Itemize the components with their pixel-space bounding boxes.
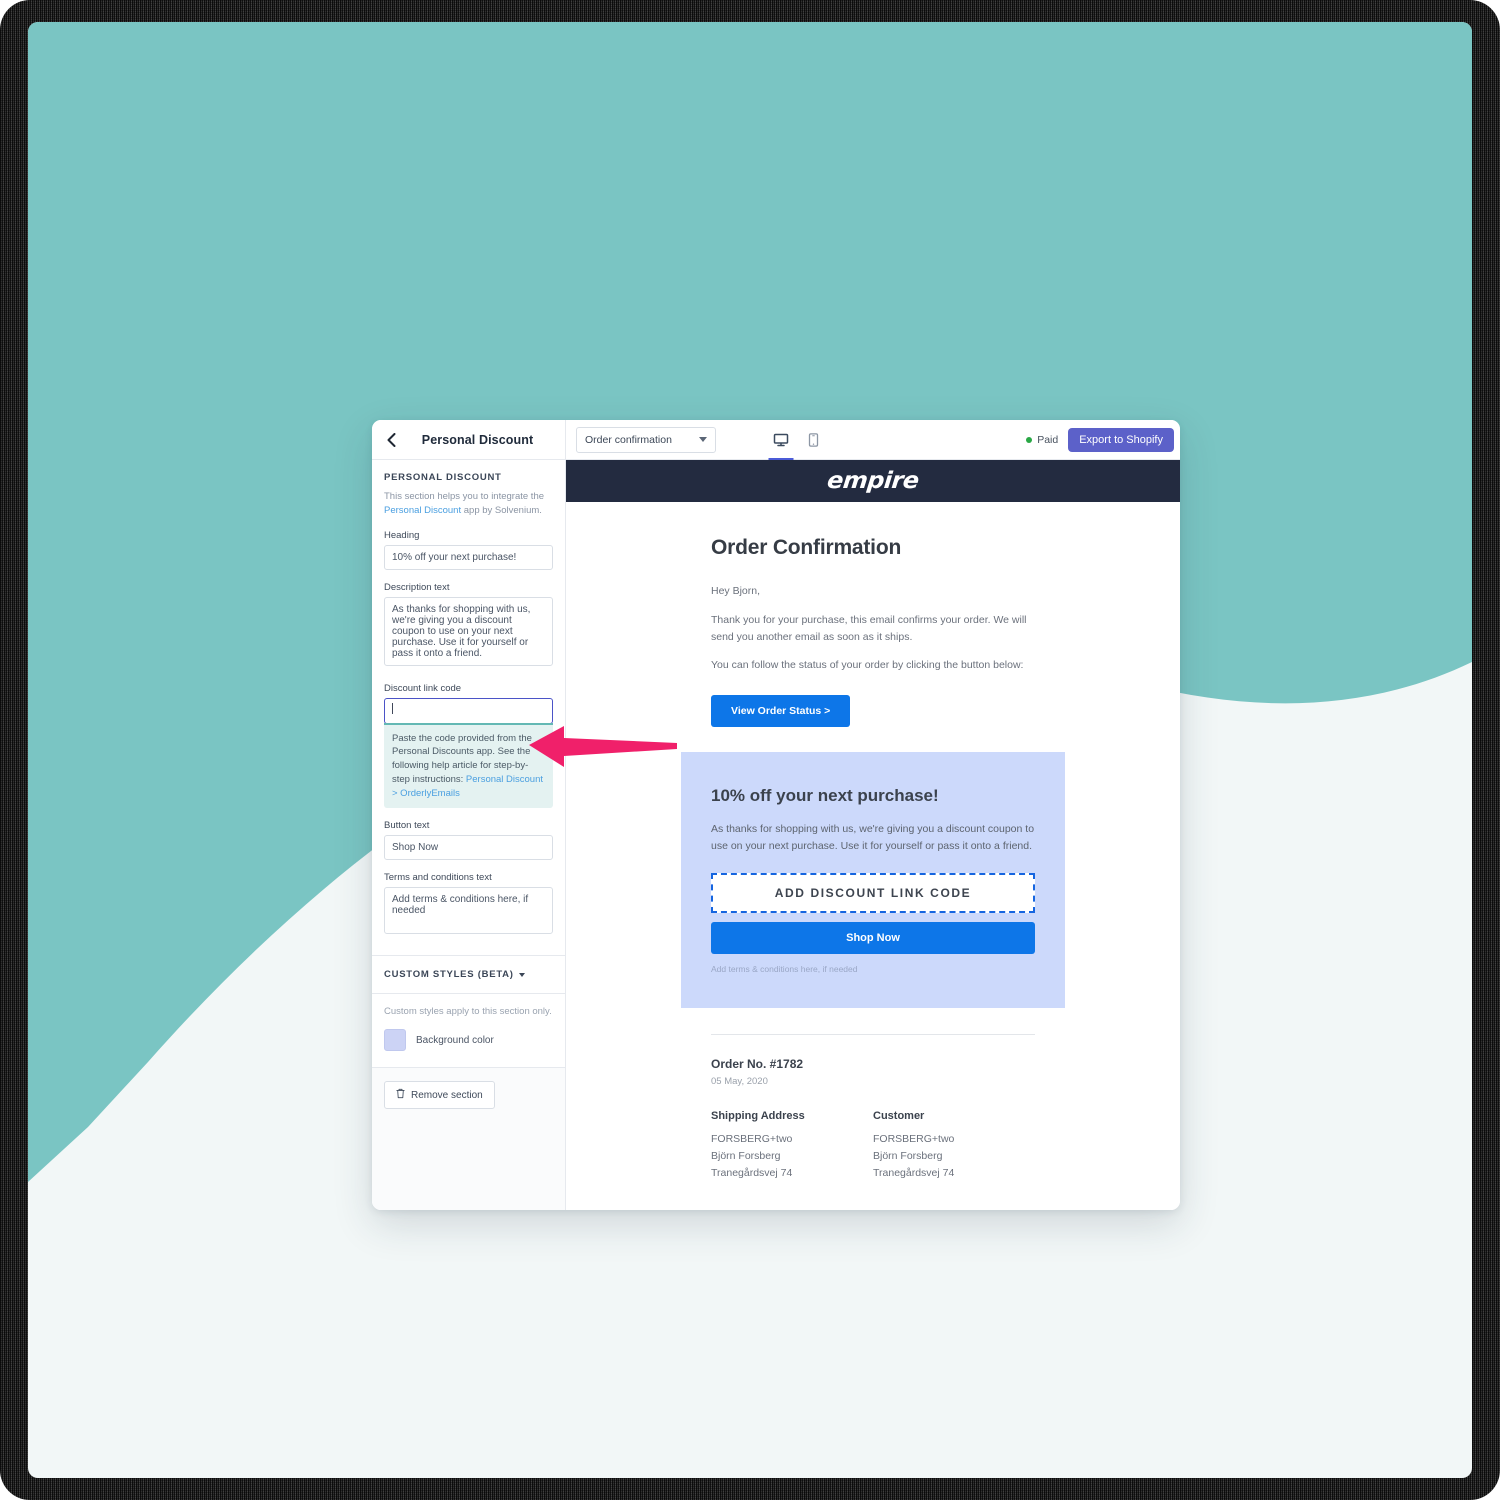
- section-desc-part1: This section helps you to integrate the: [384, 491, 545, 502]
- email-title: Order Confirmation: [711, 536, 902, 559]
- custom-styles-title: CUSTOM STYLES (BETA): [384, 969, 514, 981]
- description-textarea[interactable]: [384, 596, 553, 666]
- personal-discount-panel: PERSONAL DISCOUNT This section helps you…: [372, 460, 565, 957]
- customer-title: Customer: [873, 1110, 925, 1123]
- discount-link-code-label: Discount link code: [384, 682, 462, 694]
- discount-link-code-input[interactable]: [384, 697, 553, 724]
- order-date: 05 May, 2020: [711, 1076, 768, 1088]
- discount-code-help-box: Paste the code provided from the Persona…: [384, 722, 553, 809]
- button-text-field-group: Button text: [384, 820, 553, 861]
- order-number: Order No. #1782: [711, 1057, 804, 1072]
- trash-icon: [396, 1088, 405, 1102]
- email-preview: empire Order Confirmation Hey Bjorn, Tha…: [566, 460, 1180, 1210]
- top-bar: Personal Discount Order confirmation Pai…: [372, 420, 1180, 460]
- terms-label: Terms and conditions text: [384, 872, 492, 884]
- chevron-down-icon: [518, 972, 525, 977]
- address-columns: Shipping Address FORSBERG+two Björn Fors…: [711, 1110, 1035, 1182]
- text-cursor-icon: [392, 702, 393, 714]
- sidebar-section-title: PERSONAL DISCOUNT: [384, 472, 502, 483]
- sidebar-footer: Remove section: [372, 1068, 565, 1210]
- device-preview-toggle: [768, 420, 822, 460]
- page-canvas: Personal Discount Order confirmation Pai…: [28, 22, 1472, 1478]
- page-title: Personal Discount: [421, 432, 534, 447]
- remove-section-label: Remove section: [411, 1089, 483, 1101]
- top-bar-left: Personal Discount: [372, 420, 566, 459]
- custom-styles-panel: Custom styles apply to this section only…: [372, 994, 565, 1069]
- template-select[interactable]: Order confirmation: [576, 426, 716, 453]
- custom-styles-note: Custom styles apply to this section only…: [384, 1006, 552, 1018]
- background-color-row: Background color: [384, 1029, 553, 1052]
- email-paragraph-1: Thank you for your purchase, this email …: [711, 613, 1027, 643]
- remove-section-button[interactable]: Remove section: [384, 1081, 495, 1110]
- discount-terms-text: Add terms & conditions here, if needed: [711, 964, 858, 975]
- export-to-shopify-button[interactable]: Export to Shopify: [1068, 427, 1174, 452]
- shipping-address-column: Shipping Address FORSBERG+two Björn Fors…: [711, 1110, 873, 1182]
- top-bar-middle: Order confirmation: [566, 420, 1026, 460]
- button-text-label: Button text: [384, 820, 430, 832]
- email-greeting: Hey Bjorn,: [711, 585, 761, 597]
- heading-field-group: Heading: [384, 530, 553, 570]
- status-badge-label: Paid: [1037, 433, 1059, 446]
- description-field-group: Description text: [384, 582, 553, 671]
- terms-textarea[interactable]: [384, 887, 553, 935]
- email-paragraph-2: You can follow the status of your order …: [711, 659, 1024, 672]
- mobile-preview-button[interactable]: [806, 420, 822, 459]
- shop-now-button[interactable]: Shop Now: [711, 922, 1035, 955]
- description-label: Description text: [384, 581, 450, 593]
- divider: [711, 1034, 1035, 1036]
- heading-input[interactable]: [384, 544, 553, 570]
- email-brand-header: empire: [566, 460, 1180, 502]
- background-color-swatch[interactable]: [384, 1029, 406, 1052]
- discount-heading: 10% off your next purchase!: [711, 786, 939, 806]
- heading-label: Heading: [384, 529, 420, 541]
- add-discount-link-code-button[interactable]: ADD DISCOUNT LINK CODE: [711, 873, 1035, 914]
- customer-column: Customer FORSBERG+two Björn Forsberg Tra…: [873, 1110, 1035, 1182]
- status-badge: Paid: [1026, 434, 1058, 446]
- background-color-label: Background color: [416, 1034, 494, 1046]
- empire-logo: empire: [825, 468, 921, 494]
- back-icon[interactable]: [382, 431, 400, 449]
- shipping-line: Tranegårdsvej 74: [711, 1167, 793, 1180]
- status-dot-icon: [1026, 436, 1033, 443]
- shipping-line: Björn Forsberg: [711, 1150, 781, 1163]
- view-order-status-button[interactable]: View Order Status >: [711, 695, 851, 728]
- email-content: Order Confirmation Hey Bjorn, Thank you …: [566, 502, 1180, 1182]
- shipping-line: FORSBERG+two: [711, 1133, 793, 1146]
- terms-field-group: Terms and conditions text: [384, 872, 553, 939]
- discount-code-field-group: Discount link code Paste the code provid…: [384, 683, 553, 809]
- sidebar-section-description: This section helps you to integrate the …: [384, 490, 553, 518]
- discount-body: As thanks for shopping with us, we're gi…: [711, 823, 1035, 853]
- template-select-value: Order confirmation: [585, 433, 672, 446]
- app-body: PERSONAL DISCOUNT This section helps you…: [372, 460, 1180, 1210]
- section-desc-part2: app by Solvenium.: [461, 504, 542, 516]
- custom-styles-header[interactable]: CUSTOM STYLES (BETA): [372, 956, 565, 995]
- chevron-down-icon: [699, 437, 707, 442]
- button-text-input[interactable]: [384, 835, 553, 861]
- discount-block: 10% off your next purchase! As thanks fo…: [681, 752, 1065, 1009]
- settings-sidebar[interactable]: PERSONAL DISCOUNT This section helps you…: [372, 460, 566, 1210]
- app-window: Personal Discount Order confirmation Pai…: [372, 420, 1180, 1210]
- top-bar-right: Paid Export to Shopify: [1026, 420, 1180, 459]
- desktop-preview-button[interactable]: [768, 420, 794, 460]
- customer-line: Björn Forsberg: [873, 1150, 943, 1163]
- personal-discount-link[interactable]: Personal Discount: [384, 505, 461, 516]
- shipping-address-title: Shipping Address: [711, 1110, 805, 1123]
- customer-line: Tranegårdsvej 74: [873, 1167, 955, 1180]
- customer-line: FORSBERG+two: [873, 1133, 955, 1146]
